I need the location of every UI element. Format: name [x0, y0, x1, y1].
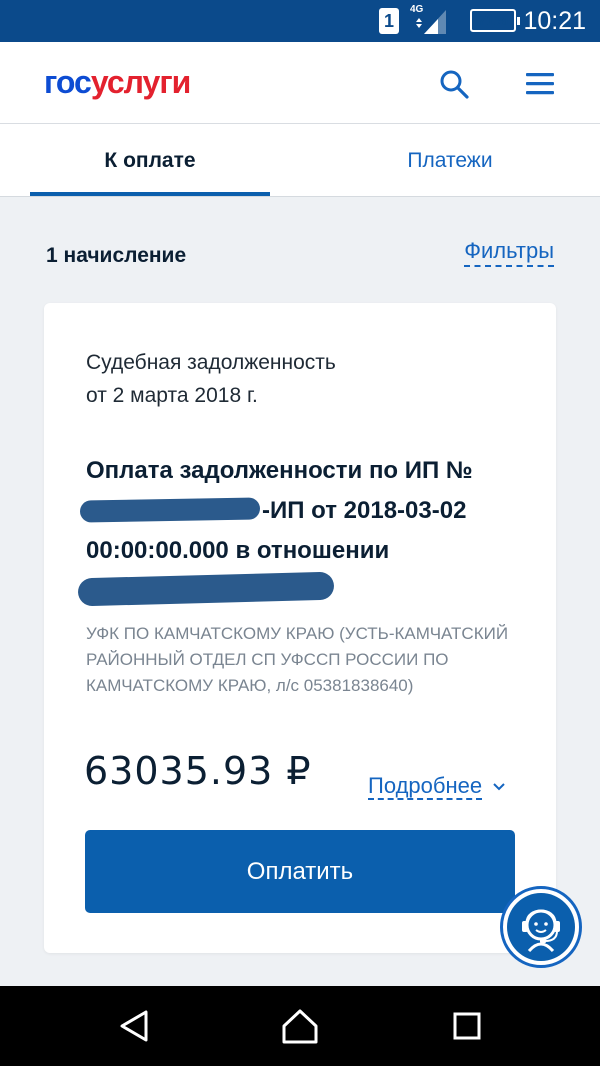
- charge-type-line1: Судебная задолженность: [86, 351, 336, 374]
- recents-icon[interactable]: [447, 1006, 487, 1046]
- redaction-mark-1: [79, 497, 261, 523]
- search-icon[interactable]: [436, 66, 472, 102]
- tabs-bar: К оплате Платежи: [0, 124, 600, 197]
- support-chat-button[interactable]: [500, 886, 582, 968]
- chevron-down-icon: [493, 783, 505, 791]
- sim-slot-icon: 1: [379, 8, 399, 34]
- signal-strength-icon: [416, 10, 446, 34]
- charge-type-date: от 2 марта 2018 г.: [86, 384, 258, 407]
- details-label: Подробнее: [368, 773, 483, 800]
- charge-title-line3: 00:00:00.000 в отношении: [86, 537, 390, 564]
- charge-card: Судебная задолженность от 2 марта 2018 г…: [44, 303, 556, 953]
- tab-payments[interactable]: Платежи: [330, 124, 570, 196]
- home-icon[interactable]: [280, 1006, 320, 1046]
- support-operator-icon: [522, 909, 560, 953]
- charges-count: 1 начисление: [46, 244, 187, 267]
- recipient-info: УФК ПО КАМЧАТСКОМУ КРАЮ (УСТЬ-КАМЧАТСКИЙ…: [86, 624, 509, 695]
- logo-part-gos: гос: [44, 64, 92, 100]
- hamburger-menu-icon[interactable]: [522, 66, 558, 102]
- clock: 10:21: [523, 7, 586, 35]
- back-icon[interactable]: [114, 1006, 154, 1046]
- support-fab-inner: [507, 893, 575, 961]
- charge-amount: 63035.93 ₽: [84, 749, 312, 793]
- tab-to-pay[interactable]: К оплате: [30, 124, 270, 196]
- battery-icon: 71%: [470, 9, 520, 32]
- active-tab-indicator: [30, 192, 270, 196]
- gosuslugi-logo[interactable]: госуслуги: [44, 64, 191, 101]
- logo-part-uslugi: услуги: [90, 64, 191, 100]
- pay-button[interactable]: Оплатить: [85, 830, 515, 913]
- charge-type: Судебная задолженность от 2 марта 2018 г…: [86, 346, 336, 412]
- system-nav-bar: [0, 986, 600, 1066]
- details-toggle[interactable]: Подробнее: [368, 773, 506, 800]
- battery-percent: 71%: [477, 12, 509, 29]
- app-header: госуслуги: [0, 42, 600, 124]
- status-bar: 1 4G 71% 10:21: [0, 0, 600, 42]
- filters-link[interactable]: Фильтры: [464, 238, 554, 267]
- charge-title-line1: Оплата задолженности по ИП №: [86, 457, 473, 484]
